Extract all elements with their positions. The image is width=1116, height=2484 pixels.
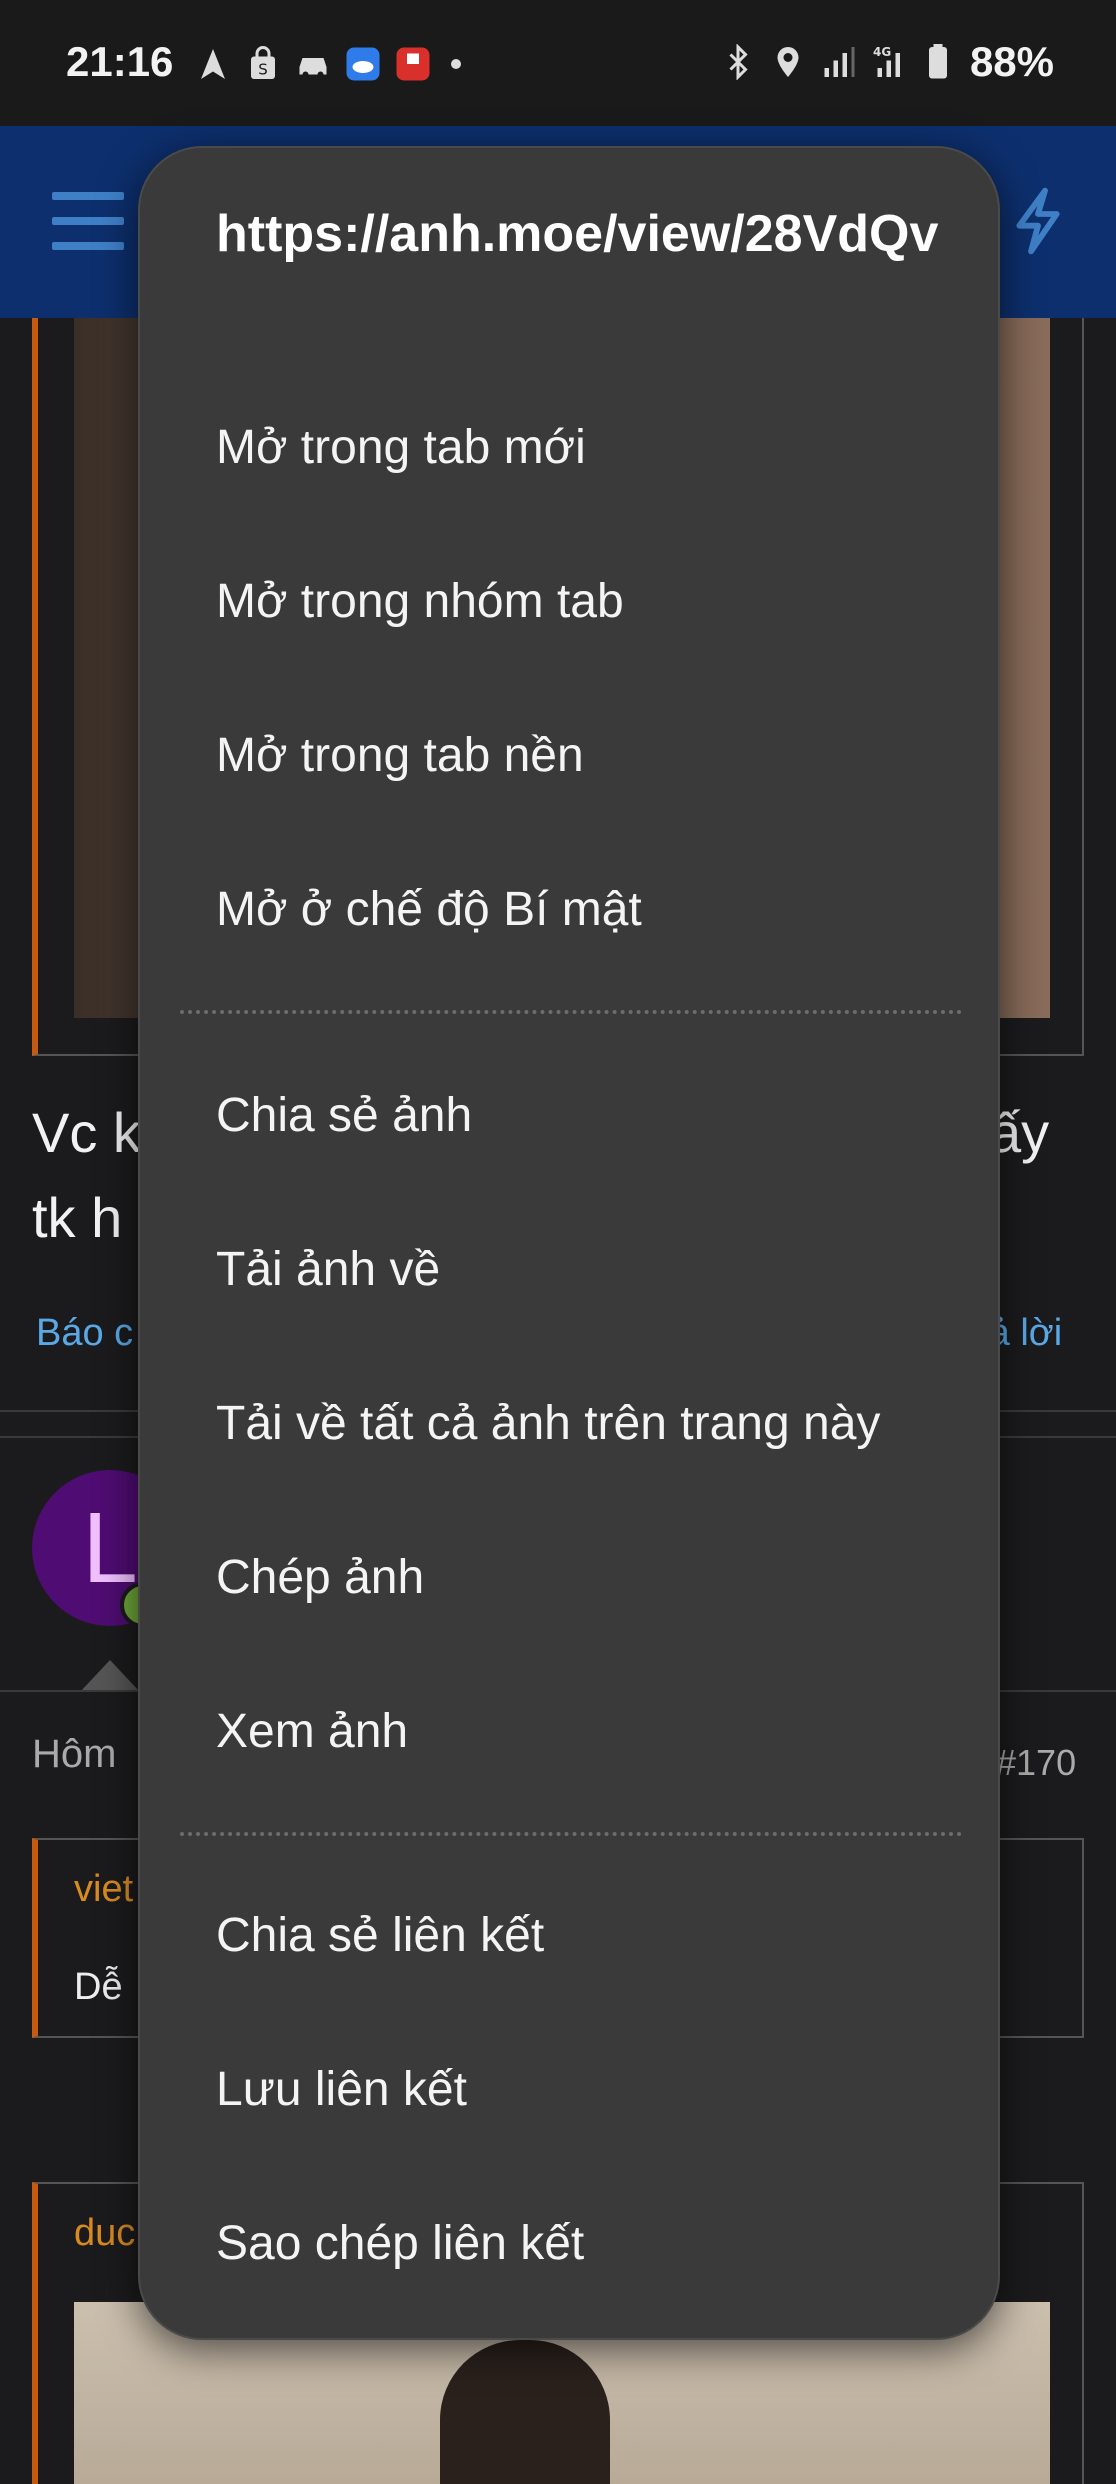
menu-item-open-new-tab[interactable]: Mở trong tab mới <box>216 420 586 475</box>
menu-hamburger-icon[interactable] <box>52 192 124 250</box>
shopping-bag-icon: S <box>251 46 275 79</box>
location-icon <box>777 47 799 77</box>
svg-text:S: S <box>258 61 268 79</box>
menu-item-share-image[interactable]: Chia sẻ ảnh <box>216 1088 472 1143</box>
quote-author[interactable]: viet <box>74 1868 133 1911</box>
notification-dot <box>451 59 461 69</box>
bluetooth-icon <box>729 44 748 80</box>
menu-item-download-image[interactable]: Tải ảnh về <box>216 1242 440 1297</box>
quote-author[interactable]: duc <box>74 2212 135 2255</box>
post-date: Hôm <box>32 1732 117 1776</box>
quote-text: Dễ <box>74 1966 123 2008</box>
signal-4g-icon: 4G <box>873 45 900 77</box>
caret-up-icon <box>80 1660 140 1692</box>
menu-item-copy-link[interactable]: Sao chép liên kết <box>216 2216 584 2271</box>
context-menu: https://anh.moe/view/28VdQv Mở trong tab… <box>138 146 1000 2340</box>
signal-icon <box>824 47 855 77</box>
menu-item-open-background-tab[interactable]: Mở trong tab nền <box>216 728 584 783</box>
menu-item-copy-image[interactable]: Chép ảnh <box>216 1550 424 1605</box>
status-time: 21:16 <box>66 38 174 85</box>
report-link[interactable]: Báo c <box>36 1312 133 1355</box>
menu-item-download-all-images[interactable]: Tải về tất cả ảnh trên trang này <box>216 1396 880 1451</box>
battery-icon <box>928 44 947 79</box>
menu-item-view-image[interactable]: Xem ảnh <box>216 1704 408 1759</box>
menu-separator <box>180 1010 962 1014</box>
menu-link-url: https://anh.moe/view/28VdQv <box>216 205 939 263</box>
status-icons-right: 4G 88% <box>720 38 1054 86</box>
status-icons-left: S <box>195 42 461 86</box>
weather-app-icon <box>346 47 380 81</box>
red-app-icon <box>396 47 430 81</box>
battery-percent: 88% <box>969 38 1054 85</box>
post-text-fragment: tk h <box>32 1186 123 1249</box>
menu-item-share-link[interactable]: Chia sẻ liên kết <box>216 1908 544 1963</box>
navigation-icon <box>201 49 225 79</box>
post-number[interactable]: #170 <box>996 1742 1076 1784</box>
status-bar: 21:16 S 4G 88% <box>0 0 1116 126</box>
svg-text:4G: 4G <box>873 45 891 59</box>
post-text-fragment: Vc k <box>32 1101 141 1164</box>
menu-item-open-tab-group[interactable]: Mở trong nhóm tab <box>216 574 624 629</box>
menu-item-save-link[interactable]: Lưu liên kết <box>216 2062 467 2117</box>
quoted-image-subject <box>440 2340 610 2484</box>
car-icon <box>299 58 327 78</box>
menu-item-open-incognito[interactable]: Mở ở chế độ Bí mật <box>216 882 642 937</box>
menu-separator <box>180 1832 962 1836</box>
lightning-bolt-icon[interactable] <box>1010 186 1066 256</box>
